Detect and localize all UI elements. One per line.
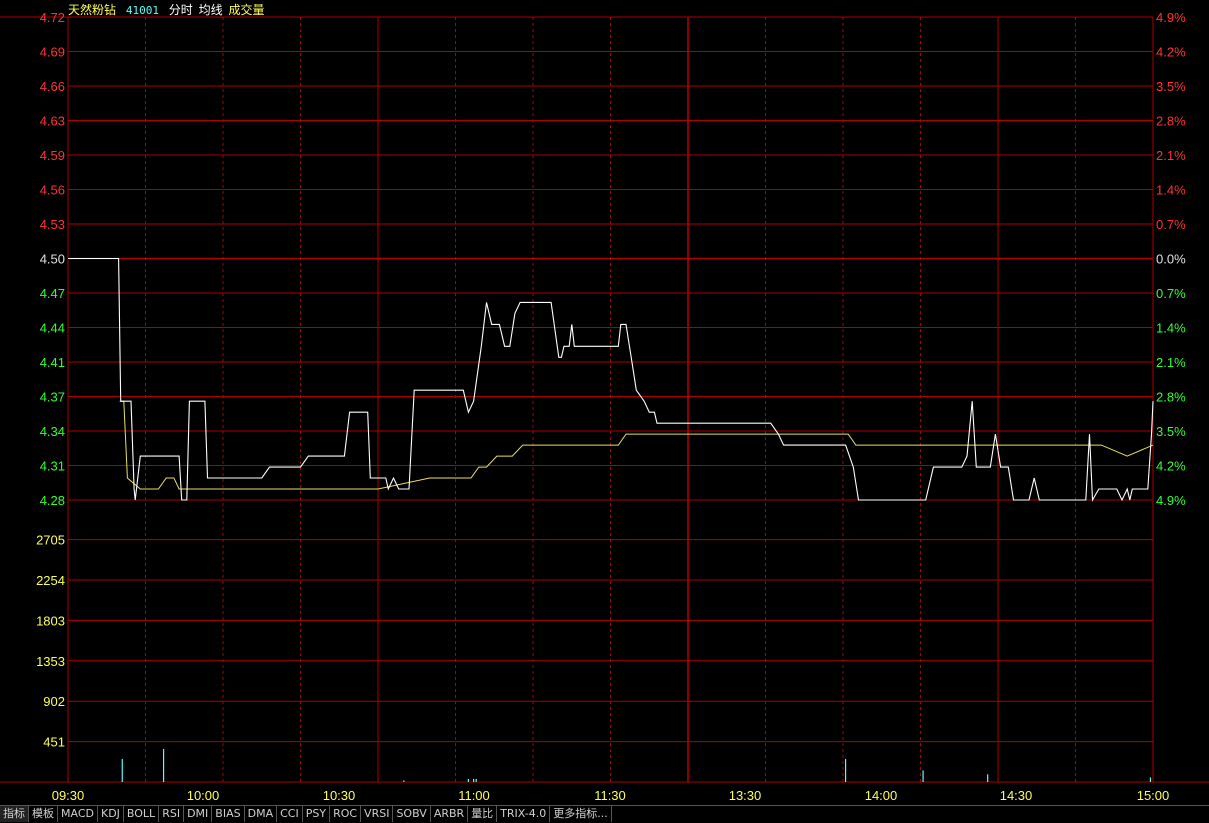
indicator-tab[interactable]: RSI — [159, 806, 185, 822]
percent-tick-label: 2.8% — [1156, 114, 1186, 129]
percent-tick-label: 1.4% — [1156, 183, 1186, 198]
price-tick-label: 4.31 — [40, 459, 65, 474]
indicator-tab[interactable]: ARBR — [431, 806, 469, 822]
indicator-tab[interactable]: BIAS — [212, 806, 245, 822]
right-percent-ticks: 4.9% 4.2% 3.5% 2.8% 2.1% 1.4% 0.7% 0.0% 0.7% 1.4%… — [1156, 10, 1186, 508]
legend-volume: 成交量 — [228, 3, 265, 17]
price-tick-label: 4.69 — [40, 45, 65, 60]
percent-tick-label: 3.5% — [1156, 79, 1186, 94]
time-tick-label: 15:00 — [1137, 788, 1170, 803]
percent-tick-label: 2.1% — [1156, 148, 1186, 163]
indicator-tab[interactable]: KDJ — [98, 806, 124, 822]
time-tick-label: 10:30 — [323, 788, 356, 803]
volume-tick-label: 451 — [43, 735, 65, 750]
volume-tick-label: 2705 — [36, 533, 65, 548]
intraday-chart: 4.72 4.69 4.66 4.63 4.59 4.56 4.53 4.50 4.47 4.44… — [0, 0, 1209, 822]
price-tick-label: 4.34 — [40, 424, 65, 439]
percent-tick-label: 4.2% — [1156, 45, 1186, 60]
legend-average: 均线 — [198, 3, 223, 17]
price-tick-label: 4.59 — [40, 148, 65, 163]
price-tick-label: 4.72 — [40, 10, 65, 25]
percent-tick-label: 0.0% — [1156, 252, 1186, 267]
percent-tick-label: 2.8% — [1156, 390, 1186, 405]
indicator-tab[interactable]: 指标 — [0, 806, 29, 822]
indicator-tab[interactable]: PSY — [303, 806, 331, 822]
indicator-tab[interactable]: BOLL — [124, 806, 160, 822]
time-tick-label: 13:30 — [729, 788, 762, 803]
price-tick-label: 4.47 — [40, 286, 65, 301]
left-price-ticks: 4.72 4.69 4.66 4.63 4.59 4.56 4.53 4.50 4.47 4.44… — [40, 10, 65, 508]
instrument-name: 天然粉钻 — [68, 3, 117, 17]
indicator-tab[interactable]: VRSI — [361, 806, 394, 822]
percent-tick-label: 2.1% — [1156, 355, 1186, 370]
volume-tick-label: 1803 — [36, 613, 65, 628]
indicator-tab[interactable]: 模板 — [29, 806, 58, 822]
indicator-tab[interactable]: ROC — [330, 806, 362, 822]
indicator-tab[interactable]: DMA — [245, 806, 278, 822]
time-tick-label: 14:00 — [865, 788, 898, 803]
price-tick-label: 4.37 — [40, 390, 65, 405]
price-tick-label: 4.44 — [40, 321, 65, 336]
time-tick-label: 10:00 — [187, 788, 220, 803]
price-tick-label: 4.41 — [40, 355, 65, 370]
percent-tick-label: 0.7% — [1156, 286, 1186, 301]
time-tick-label: 09:30 — [52, 788, 85, 803]
volume-tick-label: 1353 — [36, 654, 65, 669]
indicator-tab[interactable]: 更多指标... — [550, 806, 612, 822]
percent-tick-label: 4.9% — [1156, 493, 1186, 508]
indicator-tab[interactable]: MACD — [58, 806, 98, 822]
percent-tick-label: 0.7% — [1156, 217, 1186, 232]
price-tick-label: 4.50 — [40, 252, 65, 267]
instrument-code: 41001 — [125, 4, 159, 17]
indicator-tab-bar: 指标 模板 MACD KDJ BOLL RSI DMI BIAS DMA CCI PSY ROC VRS… — [0, 805, 1209, 823]
indicator-tab[interactable]: CCI — [277, 806, 303, 822]
price-tick-label: 4.66 — [40, 79, 65, 94]
volume-tick-label: 902 — [43, 694, 65, 709]
chart-title-bar: 天然粉钻 41001 分时 均线 成交量 — [68, 2, 271, 18]
price-tick-label: 4.56 — [40, 183, 65, 198]
volume-tick-label: 2254 — [36, 573, 65, 588]
time-tick-label: 14:30 — [1000, 788, 1033, 803]
indicator-tab[interactable]: 量比 — [468, 806, 498, 822]
price-tick-label: 4.63 — [40, 114, 65, 129]
percent-tick-label: 4.2% — [1156, 459, 1186, 474]
time-tick-label: 11:00 — [458, 788, 490, 803]
legend-intraday: 分时 — [168, 3, 193, 17]
percent-tick-label: 1.4% — [1156, 321, 1186, 336]
indicator-tab[interactable]: TRIX-4.0 — [497, 806, 551, 822]
percent-tick-label: 3.5% — [1156, 424, 1186, 439]
price-tick-label: 4.53 — [40, 217, 65, 232]
indicator-tab[interactable]: DMI — [184, 806, 213, 822]
price-tick-label: 4.28 — [40, 493, 65, 508]
indicator-tab[interactable]: SOBV — [393, 806, 431, 822]
time-tick-label: 11:30 — [594, 788, 626, 803]
percent-tick-label: 4.9% — [1156, 10, 1186, 25]
